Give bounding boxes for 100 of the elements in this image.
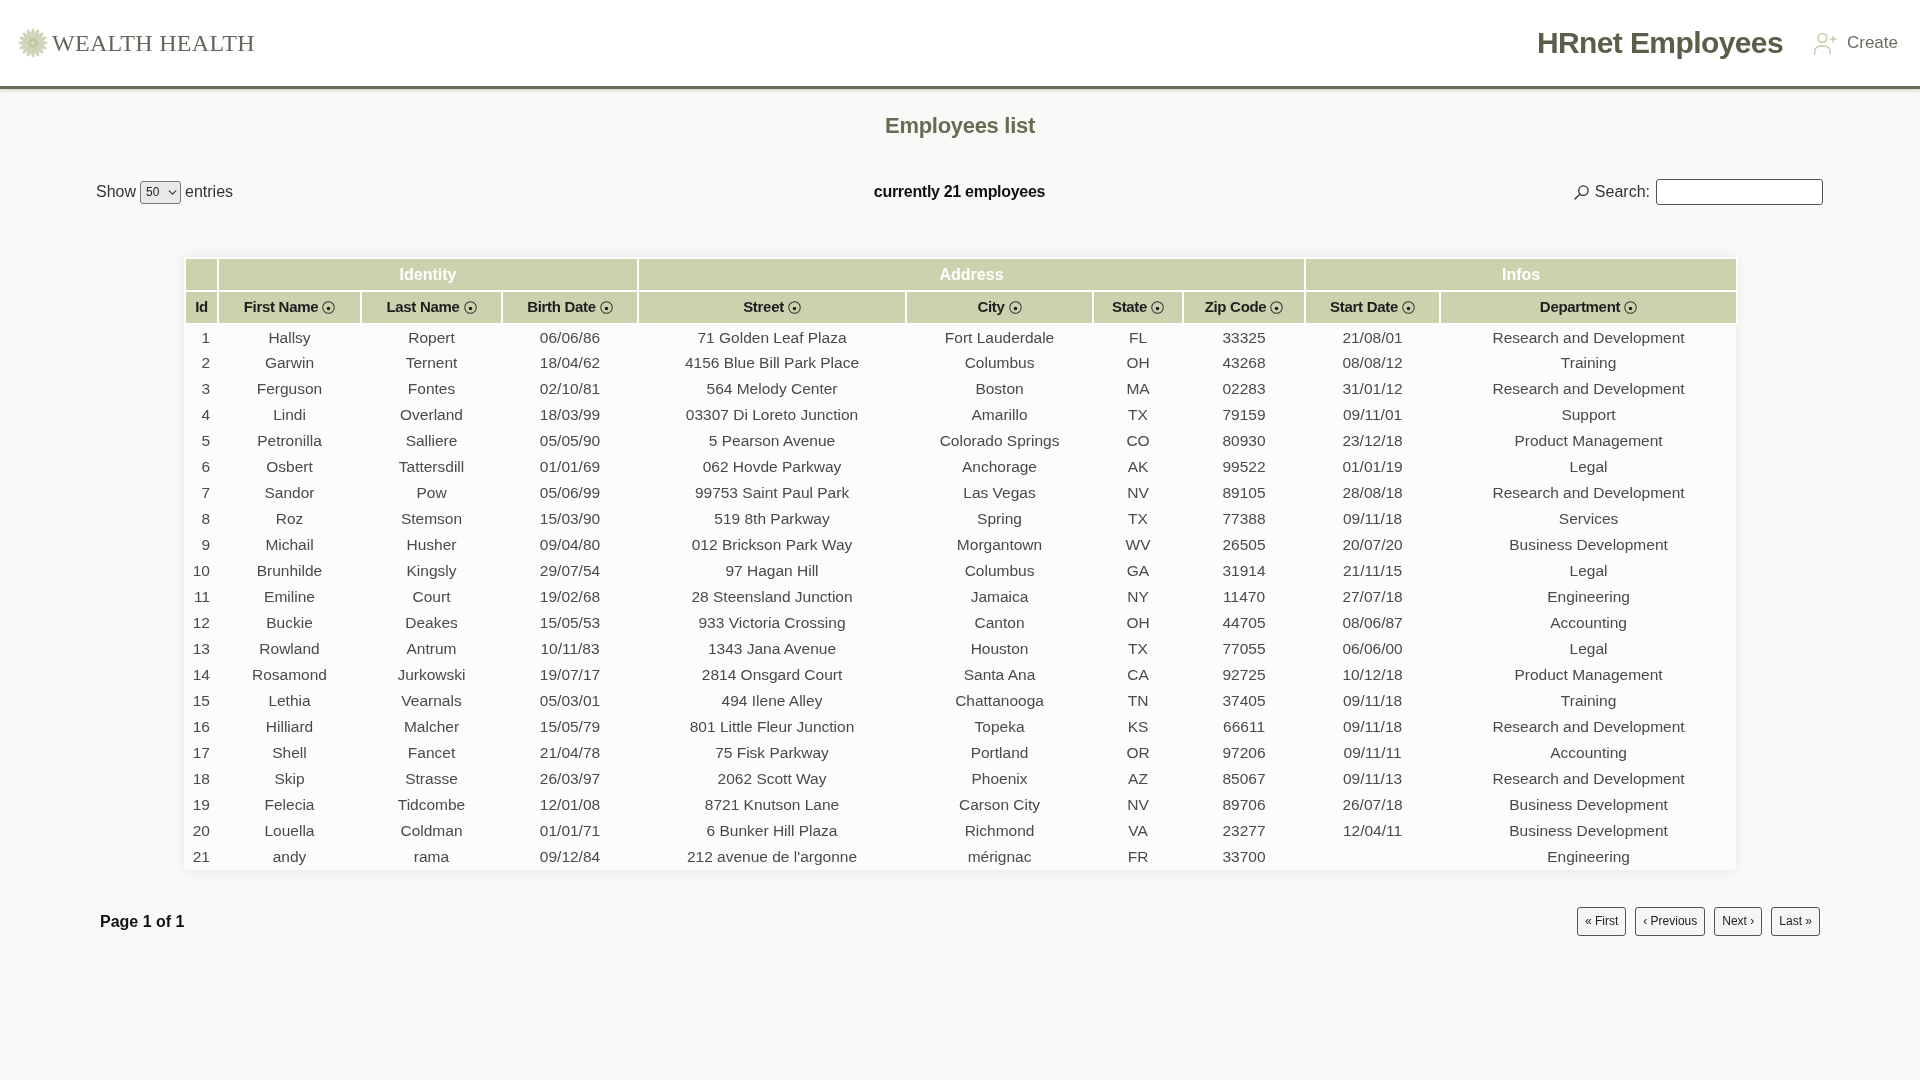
page-button[interactable]: ‹ Previous bbox=[1635, 907, 1706, 936]
table-cell-text: 8721 Knutson Lane bbox=[703, 795, 841, 816]
column-header[interactable]: State bbox=[1093, 291, 1183, 324]
column-header[interactable]: Department bbox=[1440, 291, 1738, 324]
table-cell-text: TX bbox=[1127, 405, 1149, 426]
table-cell-text: Felecia bbox=[263, 795, 316, 816]
table-cell-text: Petronilla bbox=[256, 431, 323, 452]
table-cell-text: 97206 bbox=[1221, 743, 1267, 764]
table-cell-text: 21 bbox=[191, 847, 211, 868]
table-cell-text: Vearnals bbox=[400, 691, 463, 712]
table-cell-text: rama bbox=[412, 847, 451, 868]
table-cell-text: 15 bbox=[191, 691, 211, 712]
search-field[interactable] bbox=[1656, 179, 1823, 205]
table-cell-text: 10/12/18 bbox=[1341, 665, 1404, 686]
app-title: HRnet Employees bbox=[1536, 28, 1783, 58]
table-cell-text: 519 8th Parkway bbox=[713, 509, 831, 530]
table-cell-text: Morgantown bbox=[955, 535, 1044, 556]
table-cell-text: 05/03/01 bbox=[538, 691, 602, 712]
column-header[interactable]: Zip Code bbox=[1183, 291, 1306, 324]
table-cell-text: Research and Development bbox=[1491, 717, 1686, 738]
table-cell: Research and Development bbox=[1440, 324, 1738, 350]
table-cell-text: 2062 Scott Way bbox=[716, 769, 828, 790]
table-cell-text: 26505 bbox=[1221, 535, 1267, 556]
table-cell-text: Skip bbox=[273, 769, 306, 790]
table-cell-text: 09/11/13 bbox=[1341, 769, 1404, 790]
group-header: Infos bbox=[1305, 258, 1738, 291]
table-cell-text: Columbus bbox=[963, 353, 1036, 374]
column-header[interactable]: First Name bbox=[218, 291, 361, 324]
table-cell-text: Kingsly bbox=[405, 561, 458, 582]
table-cell-text: 99753 Saint Paul Park bbox=[693, 483, 851, 504]
column-header[interactable]: Last Name bbox=[361, 291, 502, 324]
table-cell-text: 5 Pearson Avenue bbox=[707, 431, 837, 452]
table-cell-text: 03307 Di Loreto Junction bbox=[684, 405, 860, 426]
column-header[interactable]: Birth Date bbox=[502, 291, 638, 324]
table-cell-text: Roz bbox=[274, 509, 305, 530]
table-cell-text: 09/11/18 bbox=[1341, 717, 1404, 738]
table-cell-text: Tattersdill bbox=[397, 457, 466, 478]
column-header[interactable]: Street bbox=[638, 291, 906, 324]
table-cell-text: Coldman bbox=[399, 821, 464, 842]
table-cell-text: Salliere bbox=[404, 431, 459, 452]
table-cell-text: 77388 bbox=[1221, 509, 1267, 530]
table-cell-text: Business Development bbox=[1508, 821, 1669, 842]
circle-dot-icon bbox=[1008, 301, 1022, 315]
page-title: Employees list bbox=[885, 113, 1035, 139]
table-cell-text: Stemson bbox=[399, 509, 464, 530]
table-cell: 21/08/01 bbox=[1305, 324, 1441, 350]
table-cell-text: 37405 bbox=[1221, 691, 1267, 712]
table-cell-text: 19/02/68 bbox=[538, 587, 602, 608]
table-cell-text: TX bbox=[1127, 639, 1149, 660]
table-cell-text: OH bbox=[1125, 613, 1151, 634]
table-cell-text: Engineering bbox=[1546, 847, 1631, 868]
table-cell-text: OR bbox=[1125, 743, 1151, 764]
table-cell-text: 01/01/69 bbox=[538, 457, 602, 478]
table-cell-text: 05/05/90 bbox=[538, 431, 602, 452]
table-cell-text: 14 bbox=[191, 665, 211, 686]
table-cell-text: 8 bbox=[200, 509, 211, 530]
table-cell-text: 31914 bbox=[1221, 561, 1267, 582]
table-cell-text: Emiline bbox=[263, 587, 316, 608]
table-cell-text: 09/11/11 bbox=[1342, 743, 1403, 764]
table-cell-text: TX bbox=[1127, 509, 1149, 530]
table-cell-text: 89706 bbox=[1221, 795, 1267, 816]
table-cell-text: 062 Hovde Parkway bbox=[701, 457, 843, 478]
logo-text: WEALTH HEALTH bbox=[52, 31, 255, 55]
table-cell-text: 89105 bbox=[1221, 483, 1267, 504]
table-cell-text: 31/01/12 bbox=[1341, 379, 1404, 400]
table-cell-text: 10/11/83 bbox=[539, 639, 601, 660]
table-cell-text: 02283 bbox=[1221, 379, 1267, 400]
create-link[interactable]: Create bbox=[1812, 28, 1898, 58]
page-button[interactable]: Last » bbox=[1771, 907, 1820, 936]
table-cell-text: Chattanooga bbox=[954, 691, 1045, 712]
column-header: Id bbox=[185, 291, 218, 324]
table-cell-text: 09/11/18 bbox=[1341, 509, 1404, 530]
table-cell-text: 97 Hagan Hill bbox=[724, 561, 820, 582]
table-cell-text: Product Management bbox=[1513, 665, 1664, 686]
page-button[interactable]: « First bbox=[1576, 907, 1627, 936]
circle-dot-icon bbox=[322, 301, 336, 315]
column-header[interactable]: Start Date bbox=[1305, 291, 1441, 324]
table-cell-text: Legal bbox=[1568, 561, 1609, 582]
table-cell-text: Santa Ana bbox=[962, 665, 1037, 686]
table-cell-text: Strasse bbox=[404, 769, 459, 790]
circle-dot-icon bbox=[1401, 301, 1415, 315]
table-cell-text: Spring bbox=[976, 509, 1023, 530]
table-cell: 1 bbox=[185, 324, 218, 350]
table-cell-text: Overland bbox=[399, 405, 464, 426]
table-cell-text: NV bbox=[1126, 483, 1150, 504]
table-cell-text: 85067 bbox=[1221, 769, 1267, 790]
table-cell-text: 26/03/97 bbox=[538, 769, 602, 790]
circle-dot-icon bbox=[599, 301, 613, 315]
column-header[interactable]: City bbox=[906, 291, 1093, 324]
table-cell-text: Ferguson bbox=[255, 379, 324, 400]
table-cell-text: Husher bbox=[405, 535, 458, 556]
table-cell-text: 12/04/11 bbox=[1341, 821, 1404, 842]
table-cell-text: Garwin bbox=[263, 353, 316, 374]
table-cell-text: 66611 bbox=[1222, 717, 1266, 738]
page-size-select[interactable]: 50 bbox=[140, 180, 182, 204]
table-cell-text: NY bbox=[1126, 587, 1150, 608]
table-cell-text: Legal bbox=[1568, 457, 1609, 478]
table-cell-text: 20 bbox=[191, 821, 211, 842]
page-button[interactable]: Next › bbox=[1714, 907, 1763, 936]
entries-label: entries bbox=[185, 182, 234, 202]
